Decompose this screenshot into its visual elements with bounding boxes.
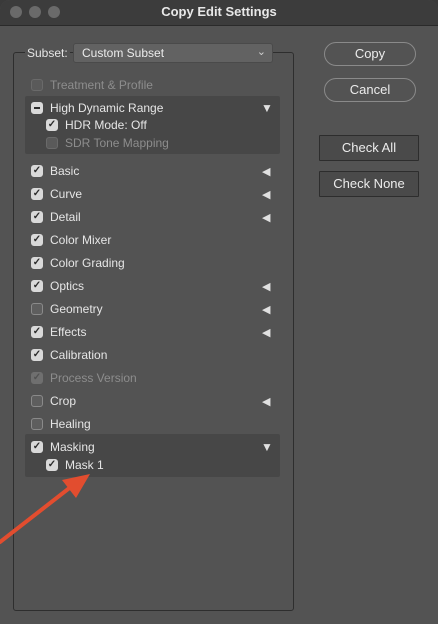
item-label: Color Mixer [50,233,112,247]
item-label: Masking [50,440,95,454]
cancel-button[interactable]: Cancel [324,78,416,102]
checkbox-healing[interactable] [31,418,43,430]
item-label: Detail [50,210,81,224]
collapsed-triangle-icon[interactable]: ◀ [262,395,270,408]
item-label: Optics [50,279,85,293]
checkbox-color-grading[interactable]: ✓ [31,257,43,269]
checkbox-effects[interactable]: ✓ [31,326,43,338]
check-none-button[interactable]: Check None [319,171,419,197]
item-label: Process Version [50,371,137,385]
collapsed-triangle-icon[interactable]: ◀ [262,303,270,316]
checkbox-process-version[interactable]: ✓ [31,372,43,384]
checkbox-color-mixer[interactable]: ✓ [31,234,43,246]
item-label: Curve [50,187,83,201]
annotation-arrow-head [62,474,90,498]
item-label: Geometry [50,302,103,316]
checkbox-sdr-tone-mapping[interactable] [46,137,58,149]
checkbox-optics[interactable]: ✓ [31,280,43,292]
copy-button[interactable]: Copy [324,42,416,66]
checkbox-treatment-profile[interactable] [31,79,43,91]
dialog-title: Copy Edit Settings [161,4,277,19]
collapsed-triangle-icon[interactable]: ◀ [262,188,270,201]
copy-edit-settings-dialog: Copy Edit Settings Subset: Custom Subset… [0,0,438,624]
chevron-down-icon: ⌄ [256,46,266,58]
collapsed-triangle-icon[interactable]: ◀ [262,211,270,224]
expanded-triangle-icon[interactable]: ▼ [261,101,273,115]
item-label: Calibration [50,348,108,362]
subset-dropdown[interactable]: Custom Subset ⌄ [73,43,273,63]
expanded-triangle-icon[interactable]: ▼ [261,440,273,454]
item-label: SDR Tone Mapping [65,136,169,150]
check-all-button[interactable]: Check All [319,135,419,161]
title-bar: Copy Edit Settings [0,0,438,26]
checkbox-crop[interactable] [31,395,43,407]
collapsed-triangle-icon[interactable]: ◀ [262,165,270,178]
checkbox-curve[interactable]: ✓ [31,188,43,200]
item-label: HDR Mode: Off [65,118,147,132]
item-label: Basic [50,164,80,178]
subset-label: Subset: [25,46,70,60]
item-label: High Dynamic Range [50,101,164,115]
annotation-arrow-shaft [0,484,74,544]
checkbox-calibration[interactable]: ✓ [31,349,43,361]
item-label: Crop [50,394,77,408]
annotation-arrow [0,474,90,544]
item-label: Effects [50,325,87,339]
checkbox-basic[interactable]: ✓ [31,165,43,177]
checkbox-hdr-mode[interactable]: ✓ [46,119,58,131]
checkbox-high-dynamic-range[interactable] [31,102,43,114]
collapsed-triangle-icon[interactable]: ◀ [262,280,270,293]
checkbox-detail[interactable]: ✓ [31,211,43,223]
subset-dropdown-value: Custom Subset [82,46,165,60]
checkbox-masking[interactable]: ✓ [31,441,43,453]
checkbox-geometry[interactable] [31,303,43,315]
item-label: Treatment & Profile [50,78,153,92]
item-label: Color Grading [50,256,125,270]
collapsed-triangle-icon[interactable]: ◀ [262,326,270,339]
item-label: Healing [50,417,91,431]
